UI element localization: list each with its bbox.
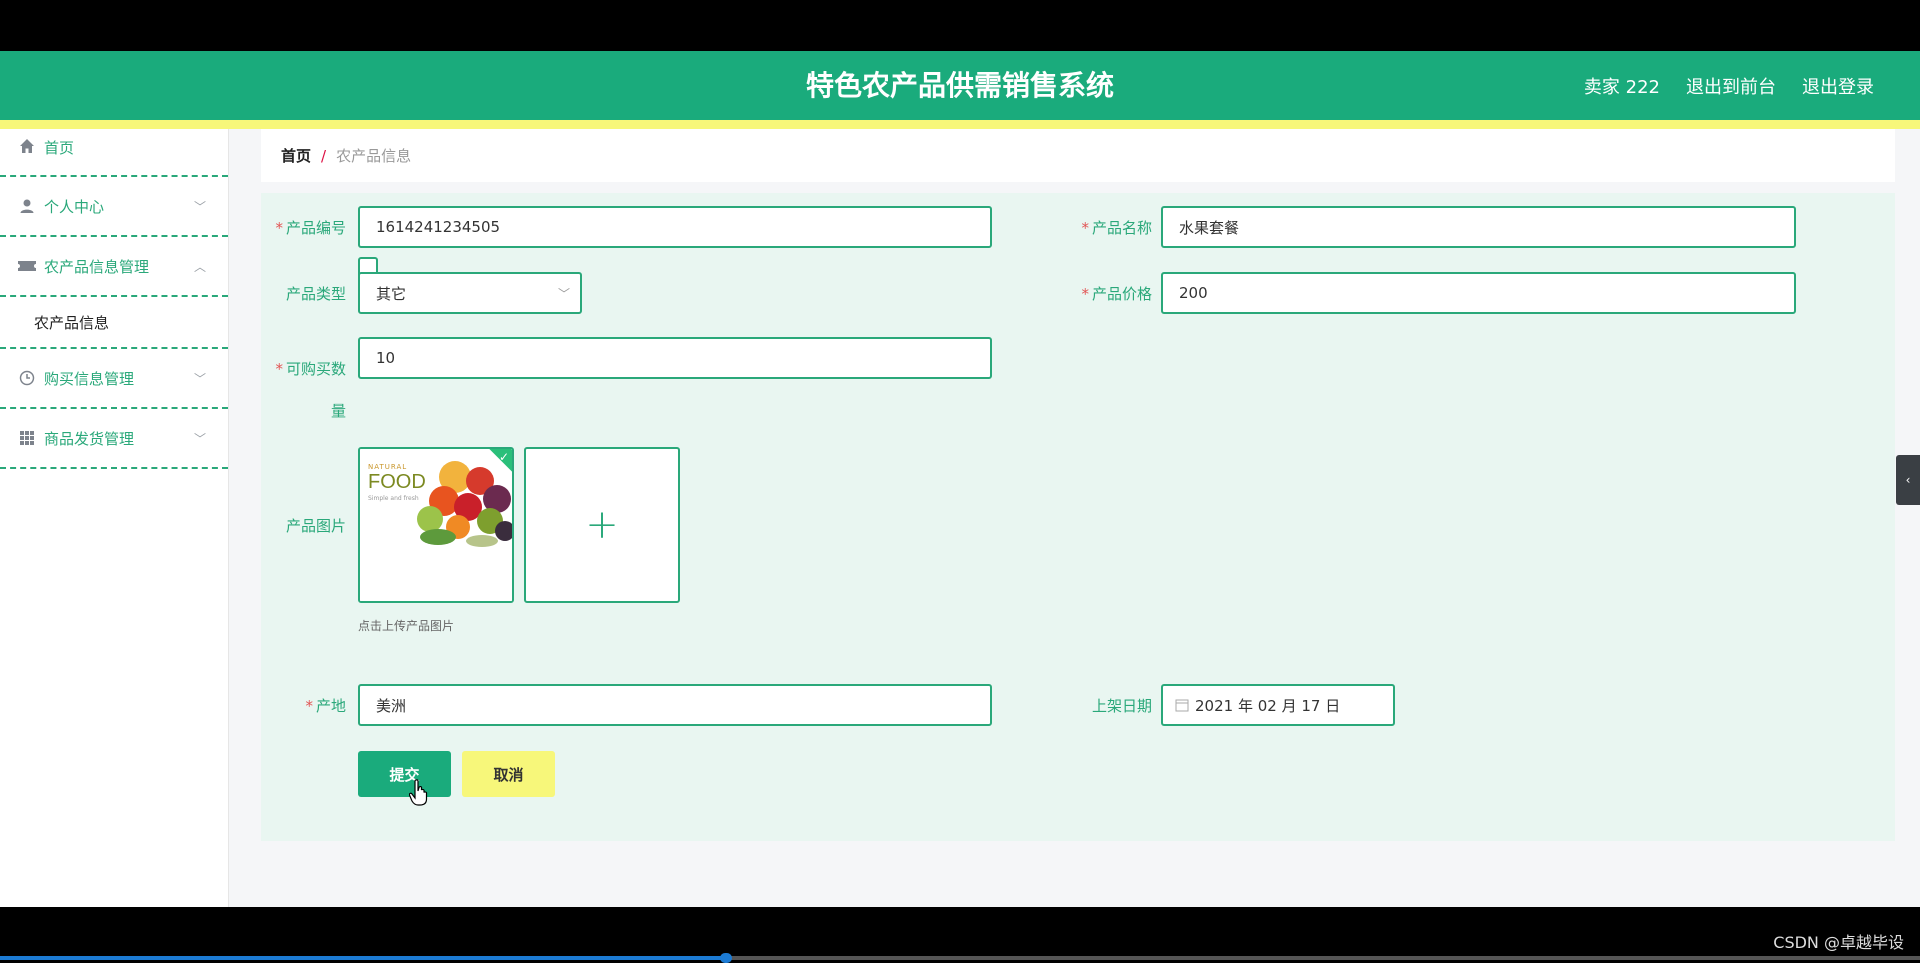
list-date-label: 上架日期 <box>1091 697 1152 715</box>
origin-input[interactable]: 美洲 <box>358 684 992 726</box>
sidebar: 首页 个人中心 ﹀ 农产品信息管理 ︿ 农产品信息 购买信息管理 ﹀ 商品发货管… <box>0 129 229 907</box>
app-screen: 特色农产品供需销售系统 卖家 222 退出到前台 退出登录 首页 个人中心 ﹀ … <box>0 51 1920 907</box>
sidebar-item-purchase-management[interactable]: 购买信息管理 ﹀ <box>0 349 228 409</box>
list-date-picker[interactable]: 2021 年 02 月 17 日 <box>1161 684 1395 726</box>
sidebar-item-label: 首页 <box>44 139 75 157</box>
header-nav: 卖家 222 退出到前台 退出登录 <box>1584 51 1874 120</box>
header-accent-strip <box>0 120 1920 129</box>
chevron-up-icon: ︿ <box>193 260 206 274</box>
breadcrumb: 首页 / 农产品信息 <box>261 129 1895 182</box>
calendar-icon <box>1175 698 1189 712</box>
buy-qty-label-line1: * 可购买数 <box>261 348 346 390</box>
video-player-bar: CSDN @卓越毕设 <box>0 907 1920 963</box>
sidebar-item-label: 商品发货管理 <box>44 429 135 448</box>
origin-label-text: 产地 <box>315 697 346 715</box>
required-mark: * <box>1081 219 1089 237</box>
user-icon <box>18 197 36 215</box>
plus-icon: + <box>585 502 619 548</box>
clock-icon <box>18 369 36 387</box>
product-type-select[interactable]: 其它 ﹀ <box>358 272 582 314</box>
buy-qty-input[interactable]: 10 <box>358 337 992 379</box>
top-header: 特色农产品供需销售系统 卖家 222 退出到前台 退出登录 <box>0 51 1920 120</box>
product-price-input[interactable]: 200 <box>1161 272 1796 314</box>
thumb-title-text: FOOD <box>368 471 426 493</box>
logout-link[interactable]: 退出登录 <box>1802 73 1874 99</box>
csdn-watermark: CSDN @卓越毕设 <box>1773 933 1904 952</box>
chevron-down-icon: ﹀ <box>193 432 206 446</box>
submit-button[interactable]: 提交 <box>358 751 451 797</box>
check-icon: ✓ <box>498 450 509 464</box>
sidebar-item-label: 购买信息管理 <box>44 369 135 388</box>
cancel-button[interactable]: 取消 <box>462 751 555 797</box>
product-no-label-text: 产品编号 <box>285 219 346 237</box>
list-date-value: 2021 年 02 月 17 日 <box>1195 696 1341 715</box>
product-price-label-text: 产品价格 <box>1091 285 1152 303</box>
thumb-brand-text: NATURAL <box>368 463 408 471</box>
chevron-down-icon: ﹀ <box>557 287 570 301</box>
sidebar-item-shipping-management[interactable]: 商品发货管理 ﹀ <box>0 409 228 469</box>
buy-qty-label: * 可购买数 量 <box>261 348 346 432</box>
video-progress-track[interactable] <box>0 953 1920 963</box>
buy-qty-label-line2: 量 <box>330 402 346 420</box>
sidebar-item-label: 个人中心 <box>44 197 105 216</box>
sidebar-item-product-management[interactable]: 农产品信息管理 ︿ <box>0 237 228 297</box>
product-name-label-text: 产品名称 <box>1091 219 1152 237</box>
sidebar-item-personal-center[interactable]: 个人中心 ﹀ <box>0 177 228 237</box>
ticket-icon <box>18 257 36 275</box>
add-image-button[interactable]: + <box>524 447 680 603</box>
product-type-label: 产品类型 <box>285 285 346 303</box>
required-mark: * <box>275 219 283 237</box>
buy-qty-label-text: 可购买数 <box>285 360 346 378</box>
product-type-value: 其它 <box>376 284 407 303</box>
back-to-front-link[interactable]: 退出到前台 <box>1686 73 1776 99</box>
product-no-input[interactable]: 1614241234505 <box>358 206 992 248</box>
product-no-label: * 产品编号 <box>261 217 346 238</box>
product-form: * 产品编号 1614241234505 * 产品名称 水果套餐 产品类型 其它 ﹀… <box>261 193 1895 841</box>
thumb-subtitle-text: Simple and fresh <box>368 495 419 502</box>
sidebar-subitem-product-info[interactable]: 农产品信息 <box>0 297 228 349</box>
chevron-down-icon: ﹀ <box>193 372 206 386</box>
product-price-label: * 产品价格 <box>1064 283 1152 304</box>
chevron-down-icon: ﹀ <box>193 200 206 214</box>
right-panel-toggle[interactable]: ‹ <box>1896 455 1920 505</box>
video-progress-fill <box>0 956 726 960</box>
cursor-hand-icon <box>408 779 429 811</box>
sidebar-item-home[interactable]: 首页 <box>0 129 228 177</box>
breadcrumb-current: 农产品信息 <box>336 147 412 165</box>
user-label[interactable]: 卖家 222 <box>1584 73 1660 99</box>
home-icon <box>18 137 36 155</box>
breadcrumb-home[interactable]: 首页 <box>281 145 311 166</box>
video-progress-knob[interactable] <box>719 953 732 963</box>
breadcrumb-separator: / <box>321 146 327 165</box>
product-name-input[interactable]: 水果套餐 <box>1161 206 1796 248</box>
sidebar-item-label: 农产品信息管理 <box>44 257 150 276</box>
origin-label: * 产地 <box>261 695 346 716</box>
required-mark: * <box>305 697 313 715</box>
chevron-left-icon: ‹ <box>1905 473 1911 487</box>
uploaded-image-thumb[interactable]: NATURAL FOOD Simple and fresh ✓ <box>358 447 514 603</box>
required-mark: * <box>275 360 283 378</box>
grid-icon <box>18 429 36 447</box>
product-image-label: 产品图片 <box>285 517 346 535</box>
required-mark: * <box>1081 285 1089 303</box>
upload-hint: 点击上传产品图片 <box>358 619 455 633</box>
product-name-label: * 产品名称 <box>1064 217 1152 238</box>
